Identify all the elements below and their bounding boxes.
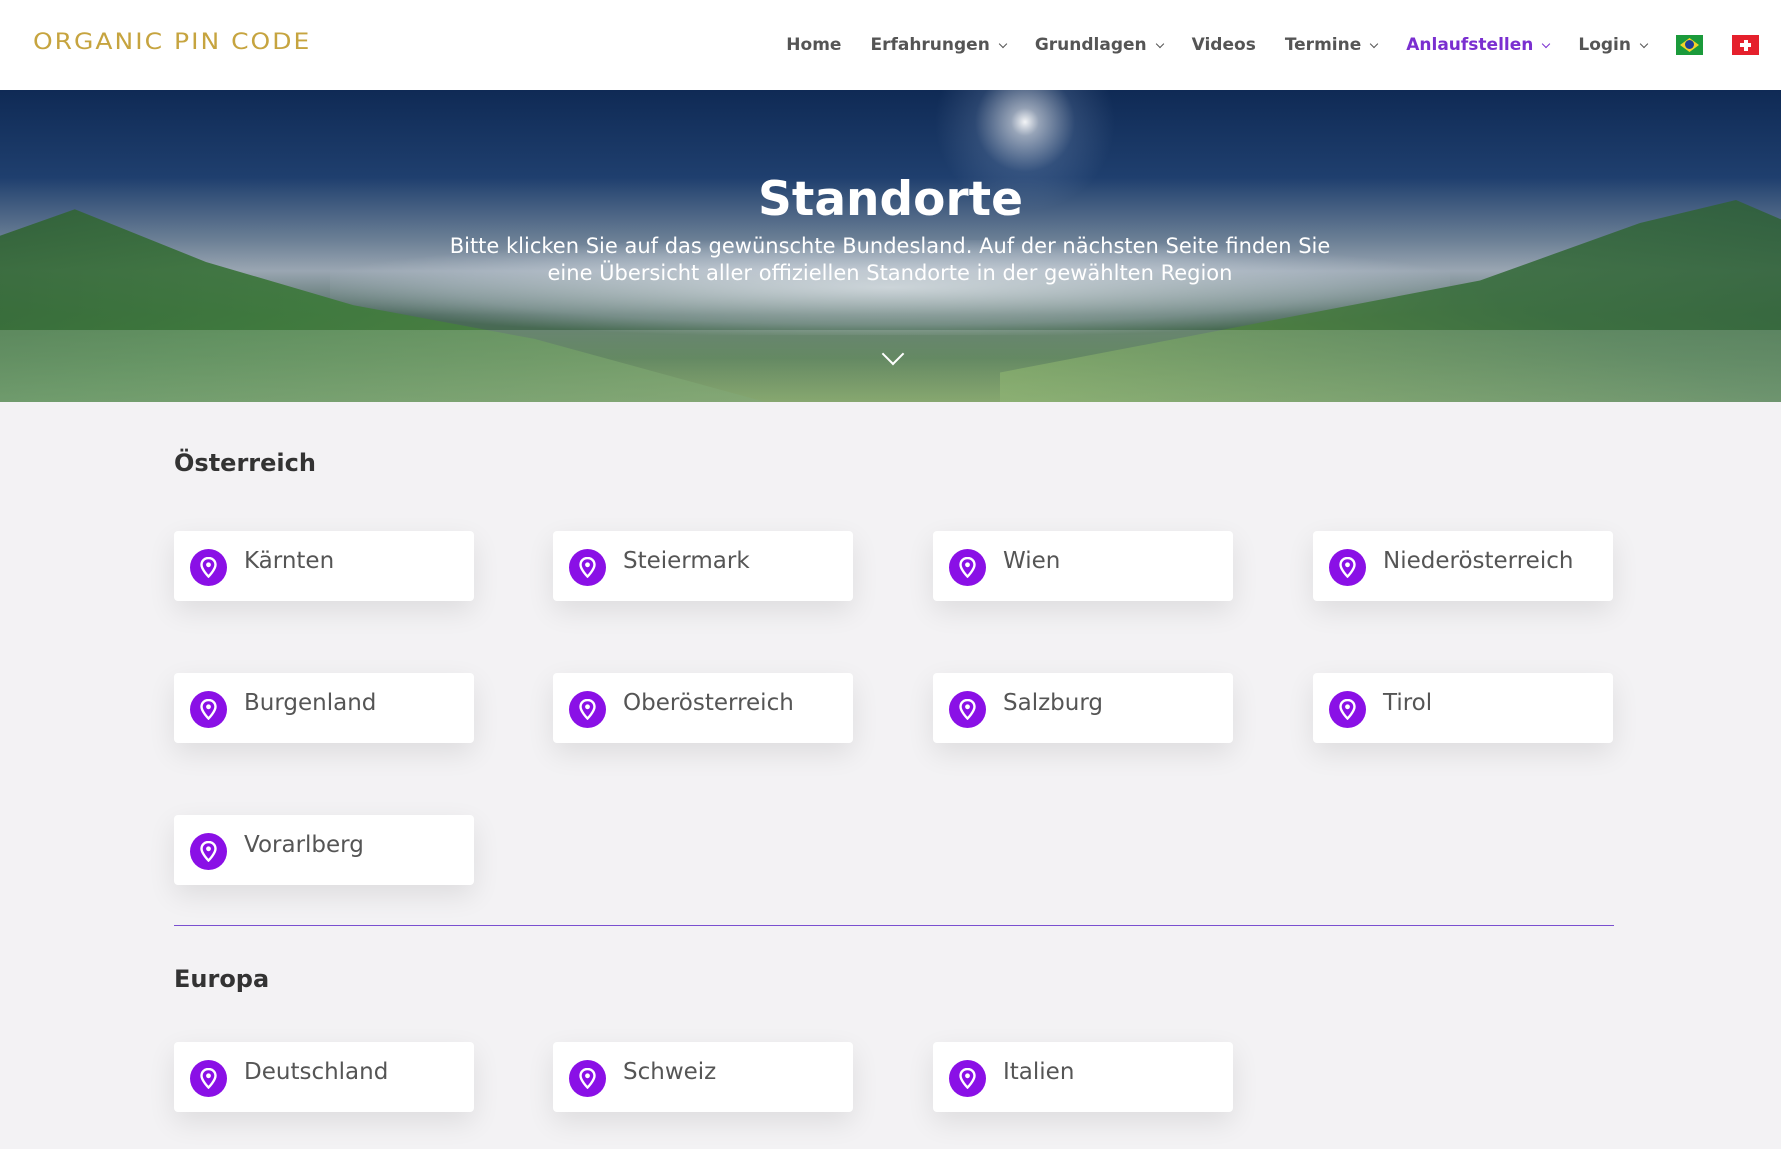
map-pin-icon	[190, 833, 227, 870]
section-divider	[174, 925, 1614, 926]
location-card-kaernten[interactable]: Kärnten	[174, 531, 474, 601]
page-title: Standorte	[758, 172, 1023, 227]
nav-videos[interactable]: Videos	[1192, 35, 1256, 55]
location-card-label: Schweiz	[623, 1059, 717, 1085]
location-card-label: Vorarlberg	[244, 832, 364, 858]
nav-home[interactable]: Home	[786, 35, 841, 55]
chevron-down-icon	[998, 39, 1008, 48]
location-card-italien[interactable]: Italien	[933, 1042, 1233, 1112]
location-card-niederoesterreich[interactable]: Niederösterreich	[1313, 531, 1613, 601]
location-card-deutschland[interactable]: Deutschland	[174, 1042, 474, 1112]
location-card-label: Salzburg	[1003, 690, 1103, 716]
location-card-burgenland[interactable]: Burgenland	[174, 673, 474, 743]
map-pin-icon	[190, 549, 227, 586]
chevron-down-icon	[1542, 39, 1551, 48]
nav-grundlagen[interactable]: Grundlagen	[1034, 35, 1164, 55]
nav-termine[interactable]: Termine	[1284, 35, 1379, 55]
section-title-austria: Österreich	[174, 449, 316, 477]
location-card-label: Kärnten	[244, 548, 335, 574]
map-pin-icon	[949, 549, 986, 586]
site-header: ORGANIC PIN CODE Home Erfahrungen Grundl…	[0, 0, 1781, 90]
location-card-vorarlberg[interactable]: Vorarlberg	[174, 815, 474, 885]
location-card-steiermark[interactable]: Steiermark	[553, 531, 853, 601]
location-card-wien[interactable]: Wien	[933, 531, 1233, 601]
map-pin-icon	[569, 691, 606, 728]
nav-label: Erfahrungen	[870, 35, 990, 55]
chevron-down-icon	[1370, 39, 1379, 48]
location-card-label: Deutschland	[244, 1059, 389, 1085]
nav-label: Grundlagen	[1034, 35, 1147, 55]
chevron-down-icon	[1155, 39, 1164, 48]
location-card-oberoesterreich[interactable]: Oberösterreich	[553, 673, 853, 743]
map-pin-icon	[190, 1060, 227, 1097]
nav-anlaufstellen[interactable]: Anlaufstellen	[1406, 35, 1551, 55]
location-card-label: Oberösterreich	[623, 690, 794, 716]
location-card-tirol[interactable]: Tirol	[1313, 673, 1613, 743]
nav-label: Anlaufstellen	[1406, 35, 1534, 55]
map-pin-icon	[1329, 691, 1366, 728]
map-pin-icon	[949, 691, 986, 728]
map-pin-icon	[949, 1060, 986, 1097]
location-card-salzburg[interactable]: Salzburg	[933, 673, 1233, 743]
location-card-label: Tirol	[1383, 690, 1433, 716]
nav-erfahrungen[interactable]: Erfahrungen	[870, 35, 1008, 55]
nav-label: Termine	[1284, 35, 1362, 55]
switzerland-flag-icon[interactable]	[1732, 35, 1759, 55]
map-pin-icon	[190, 691, 227, 728]
main-nav: Home Erfahrungen Grundlagen Videos Termi…	[757, 0, 1759, 90]
map-pin-icon	[569, 1060, 606, 1097]
nav-label: Videos	[1191, 35, 1256, 55]
hero-subtitle-line-1: Bitte klicken Sie auf das gewünschte Bun…	[449, 234, 1331, 258]
hero-bottom-band	[0, 330, 1781, 402]
location-card-label: Wien	[1003, 548, 1061, 574]
nav-label: Login	[1578, 35, 1631, 55]
map-pin-icon	[1329, 549, 1366, 586]
hero-banner: Standorte Bitte klicken Sie auf das gewü…	[0, 90, 1781, 402]
site-logo[interactable]: ORGANIC PIN CODE	[33, 28, 311, 54]
chevron-down-icon	[1639, 39, 1649, 48]
nav-login[interactable]: Login	[1578, 35, 1649, 55]
nav-label: Home	[786, 35, 842, 55]
hero-subtitle-line-2: eine Übersicht aller offiziellen Standor…	[547, 261, 1233, 285]
location-card-label: Italien	[1003, 1059, 1075, 1085]
location-card-label: Steiermark	[623, 548, 750, 574]
map-pin-icon	[569, 549, 606, 586]
hero-subtitle: Bitte klicken Sie auf das gewünschte Bun…	[440, 233, 1340, 287]
section-title-europe: Europa	[174, 965, 270, 993]
location-card-label: Niederösterreich	[1383, 548, 1574, 574]
brazil-flag-icon[interactable]	[1676, 35, 1703, 55]
location-card-schweiz[interactable]: Schweiz	[553, 1042, 853, 1112]
location-card-label: Burgenland	[244, 690, 377, 716]
